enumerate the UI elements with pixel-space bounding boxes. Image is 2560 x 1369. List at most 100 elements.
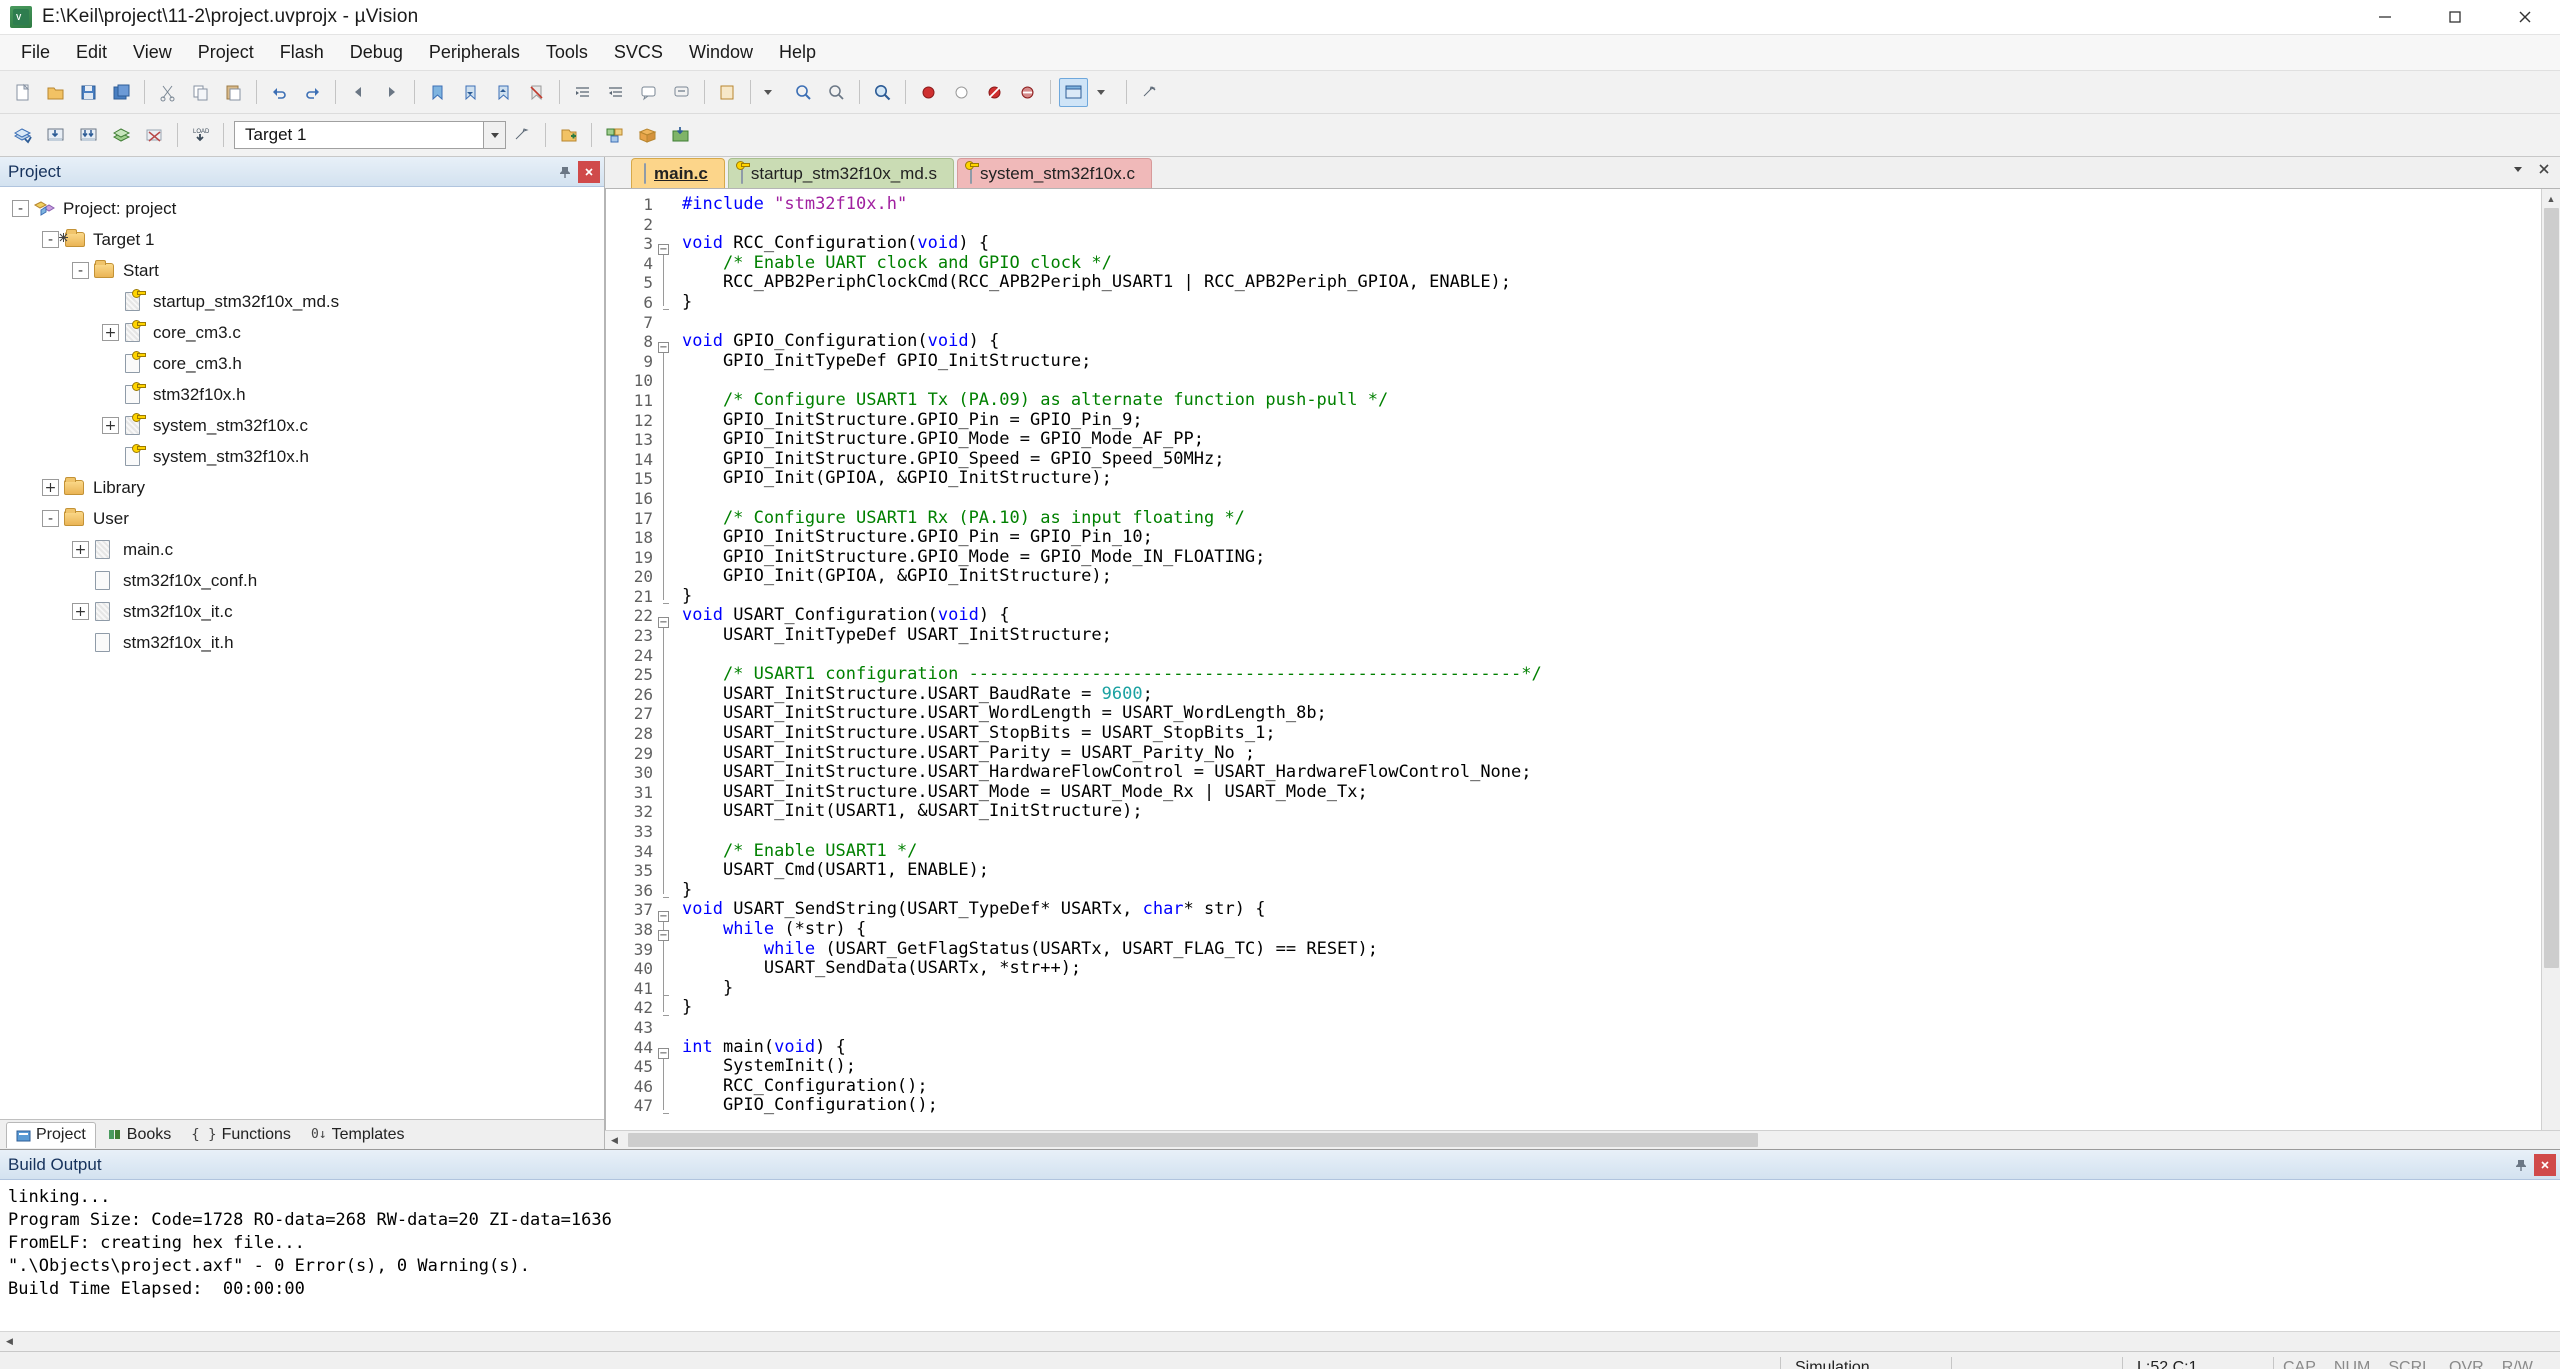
undo-icon[interactable] bbox=[265, 78, 294, 107]
menu-project[interactable]: Project bbox=[185, 36, 267, 69]
find-next-icon[interactable] bbox=[822, 78, 851, 107]
build-icon[interactable] bbox=[41, 121, 70, 150]
save-all-icon[interactable] bbox=[107, 78, 136, 107]
pin-icon[interactable] bbox=[2510, 1154, 2532, 1176]
breakpoint-disable-all-icon[interactable] bbox=[1013, 78, 1042, 107]
scroll-left-arrow[interactable]: ◀ bbox=[605, 1131, 624, 1150]
code-line[interactable]: USART_Init(USART1, &USART_InitStructure)… bbox=[682, 802, 2541, 822]
tab-templates[interactable]: 0↓ Templates bbox=[302, 1122, 414, 1148]
code-line[interactable]: while (USART_GetFlagStatus(USARTx, USART… bbox=[682, 939, 2541, 960]
fold-collapse-icon[interactable]: − bbox=[658, 1047, 669, 1059]
code-folding-column[interactable]: − − − − − − bbox=[658, 195, 676, 1130]
window-layout-dropdown[interactable] bbox=[1090, 79, 1120, 105]
close-panel-icon[interactable] bbox=[2534, 1153, 2556, 1176]
collapse-toggle-icon[interactable]: - bbox=[42, 231, 59, 248]
code-line[interactable]: USART_InitStructure.USART_Mode = USART_M… bbox=[682, 782, 2541, 803]
bookmark-next-icon[interactable] bbox=[489, 78, 518, 107]
code-line[interactable]: while (*str) { bbox=[682, 919, 2541, 940]
target-selector[interactable]: Target 1 bbox=[234, 121, 484, 149]
code-line[interactable]: int main(void) { bbox=[682, 1037, 2541, 1058]
tree-item-project-project[interactable]: - Project: project bbox=[0, 193, 604, 224]
editor-vertical-scrollbar[interactable]: ▲ bbox=[2541, 189, 2560, 1130]
code-line[interactable]: } bbox=[682, 586, 2541, 607]
pack-installer-icon[interactable] bbox=[666, 121, 695, 150]
breakpoint-remove-all-icon[interactable] bbox=[980, 78, 1009, 107]
code-line[interactable]: void USART_Configuration(void) { bbox=[682, 606, 2541, 626]
maximize-button[interactable] bbox=[2420, 0, 2490, 34]
collapse-toggle-icon[interactable]: - bbox=[72, 262, 89, 279]
code-line[interactable] bbox=[682, 1018, 2541, 1038]
nav-forward-icon[interactable] bbox=[377, 78, 406, 107]
tabstrip-close-icon[interactable] bbox=[2536, 161, 2552, 182]
code-line[interactable]: USART_InitStructure.USART_Parity = USART… bbox=[682, 743, 2541, 764]
code-line[interactable]: USART_InitStructure.USART_WordLength = U… bbox=[682, 704, 2541, 724]
code-line[interactable]: } bbox=[682, 978, 2541, 999]
bookmark-toggle-icon[interactable] bbox=[423, 78, 452, 107]
code-line[interactable]: GPIO_Init(GPIOA, &GPIO_InitStructure); bbox=[682, 469, 2541, 489]
code-line[interactable]: } bbox=[682, 998, 2541, 1018]
code-line[interactable]: USART_InitTypeDef USART_InitStructure; bbox=[682, 625, 2541, 646]
code-line[interactable] bbox=[682, 313, 2541, 333]
manage-run-time-env-icon[interactable] bbox=[600, 121, 629, 150]
scroll-up-arrow[interactable]: ▲ bbox=[2541, 189, 2560, 208]
outdent-icon[interactable] bbox=[601, 78, 630, 107]
code-line[interactable]: GPIO_InitStructure.GPIO_Pin = GPIO_Pin_9… bbox=[682, 410, 2541, 431]
menu-svcs[interactable]: SVCS bbox=[601, 36, 676, 69]
scroll-left-arrow[interactable]: ◀ bbox=[0, 1332, 19, 1351]
expand-toggle-icon[interactable]: + bbox=[72, 541, 89, 558]
code-line[interactable]: #include "stm32f10x.h" bbox=[682, 195, 2541, 215]
new-file-icon[interactable] bbox=[8, 78, 37, 107]
code-line[interactable]: GPIO_InitStructure.GPIO_Mode = GPIO_Mode… bbox=[682, 430, 2541, 450]
editor-tab-system[interactable]: system_stm32f10x.c bbox=[957, 158, 1152, 188]
minimize-button[interactable] bbox=[2350, 0, 2420, 34]
tree-item-user[interactable]: - User bbox=[0, 503, 604, 534]
configure-tools-icon[interactable] bbox=[1135, 78, 1164, 107]
tree-item-stm32f10x-h[interactable]: stm32f10x.h bbox=[0, 379, 604, 410]
code-line[interactable] bbox=[682, 489, 2541, 509]
code-text[interactable]: #include "stm32f10x.h" void RCC_Configur… bbox=[676, 195, 2541, 1130]
code-line[interactable] bbox=[682, 215, 2541, 235]
window-layout-icon[interactable] bbox=[1059, 77, 1088, 107]
tree-item-system-stm32f10x-h[interactable]: system_stm32f10x.h bbox=[0, 441, 604, 472]
code-line[interactable]: GPIO_Init(GPIOA, &GPIO_InitStructure); bbox=[682, 567, 2541, 587]
batch-build-icon[interactable] bbox=[107, 121, 136, 150]
translate-icon[interactable] bbox=[8, 121, 37, 150]
tree-item-core-cm3-c[interactable]: + core_cm3.c bbox=[0, 317, 604, 348]
code-line[interactable] bbox=[682, 371, 2541, 391]
expand-toggle-icon[interactable]: + bbox=[102, 324, 119, 341]
menu-peripherals[interactable]: Peripherals bbox=[416, 36, 533, 69]
menu-window[interactable]: Window bbox=[676, 36, 766, 69]
expand-toggle-icon[interactable]: + bbox=[102, 417, 119, 434]
code-line[interactable]: /* Configure USART1 Rx (PA.10) as input … bbox=[682, 508, 2541, 529]
tree-item-target-1[interactable]: - Target 1 bbox=[0, 224, 604, 255]
code-line[interactable]: USART_Cmd(USART1, ENABLE); bbox=[682, 861, 2541, 881]
code-line[interactable]: GPIO_InitTypeDef GPIO_InitStructure; bbox=[682, 351, 2541, 372]
stop-build-icon[interactable] bbox=[140, 121, 169, 150]
pin-icon[interactable] bbox=[554, 161, 576, 183]
open-file-icon[interactable] bbox=[41, 78, 70, 107]
breakpoint-disable-icon[interactable] bbox=[947, 78, 976, 107]
find-combo[interactable] bbox=[757, 79, 787, 105]
tab-project[interactable]: Project bbox=[6, 1121, 96, 1148]
tree-item-stm32f10x-it-h[interactable]: stm32f10x_it.h bbox=[0, 627, 604, 658]
tree-item-system-stm32f10x-c[interactable]: + system_stm32f10x.c bbox=[0, 410, 604, 441]
build-output-scrollbar[interactable]: ◀ bbox=[0, 1331, 2560, 1351]
tab-books[interactable]: Books bbox=[98, 1122, 180, 1148]
code-line[interactable]: /* Enable USART1 */ bbox=[682, 841, 2541, 862]
breakpoint-insert-icon[interactable] bbox=[914, 78, 943, 107]
tree-item-main-c[interactable]: + main.c bbox=[0, 534, 604, 565]
code-line[interactable]: } bbox=[682, 880, 2541, 901]
collapse-toggle-icon[interactable]: - bbox=[42, 510, 59, 527]
tab-functions[interactable]: { } Functions bbox=[182, 1122, 300, 1148]
code-line[interactable]: } bbox=[682, 292, 2541, 313]
menu-help[interactable]: Help bbox=[766, 36, 829, 69]
code-line[interactable]: SystemInit(); bbox=[682, 1057, 2541, 1077]
target-dropdown-arrow[interactable] bbox=[484, 121, 506, 149]
code-line[interactable]: /* Configure USART1 Tx (PA.09) as altern… bbox=[682, 390, 2541, 411]
tree-item-core-cm3-h[interactable]: core_cm3.h bbox=[0, 348, 604, 379]
bookmark-prev-icon[interactable] bbox=[456, 78, 485, 107]
uncomment-icon[interactable] bbox=[667, 78, 696, 107]
insert-file-icon[interactable] bbox=[713, 78, 742, 107]
tabstrip-dropdown-icon[interactable] bbox=[2510, 161, 2526, 182]
tree-item-startup-stm32f10x-md-s[interactable]: startup_stm32f10x_md.s bbox=[0, 286, 604, 317]
